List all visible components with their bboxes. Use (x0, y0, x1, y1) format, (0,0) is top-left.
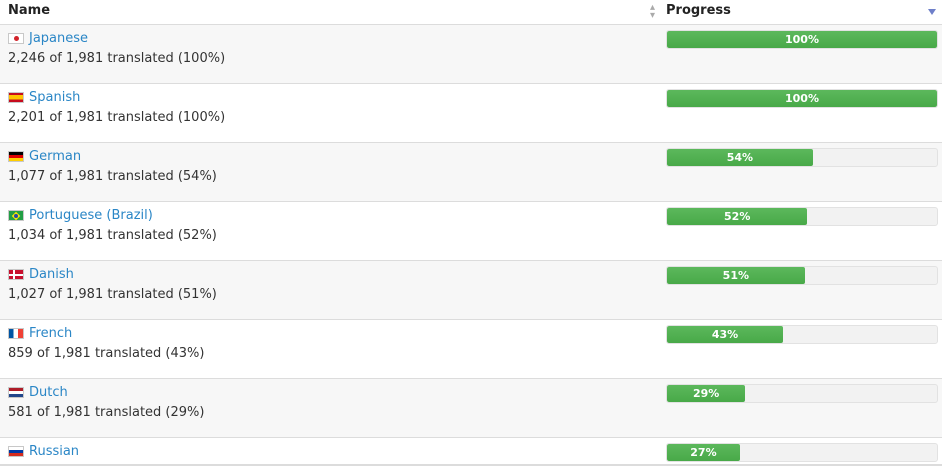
progress-bar: 29% (666, 384, 938, 403)
language-link[interactable]: French (29, 326, 72, 341)
language-cell: French (8, 326, 72, 341)
progress-fill: 52% (667, 208, 808, 225)
flag-icon (8, 151, 24, 162)
language-cell: Spanish (8, 90, 80, 105)
progress-fill: 100% (667, 90, 937, 107)
table-row: Russian 27% (0, 438, 942, 466)
table-header: Name ▴ ▾ Progress (0, 0, 942, 25)
language-link[interactable]: Portuguese (Brazil) (29, 208, 153, 223)
table-row: Portuguese (Brazil) 1,034 of 1,981 trans… (0, 202, 942, 261)
language-link[interactable]: German (29, 149, 81, 164)
progress-fill: 54% (667, 149, 813, 166)
progress-bar: 43% (666, 325, 938, 344)
table-row: German 1,077 of 1,981 translated (54%) 5… (0, 143, 942, 202)
language-cell: Russian (8, 444, 79, 459)
language-link[interactable]: Spanish (29, 90, 80, 105)
translation-count: 1,077 of 1,981 translated (54%) (8, 169, 217, 184)
language-link[interactable]: Danish (29, 267, 74, 282)
progress-fill: 27% (667, 444, 740, 461)
progress-fill: 100% (667, 31, 937, 48)
table-row: Danish 1,027 of 1,981 translated (51%) 5… (0, 261, 942, 320)
sort-descending-icon[interactable] (928, 9, 936, 15)
progress-fill: 51% (667, 267, 805, 284)
table-row: French 859 of 1,981 translated (43%) 43% (0, 320, 942, 379)
progress-bar: 100% (666, 30, 938, 49)
language-cell: Japanese (8, 31, 88, 46)
progress-bar: 27% (666, 443, 938, 462)
language-cell: German (8, 149, 81, 164)
translation-count: 859 of 1,981 translated (43%) (8, 346, 205, 361)
progress-bar: 52% (666, 207, 938, 226)
progress-fill: 43% (667, 326, 784, 343)
translation-count: 581 of 1,981 translated (29%) (8, 405, 205, 420)
language-cell: Portuguese (Brazil) (8, 208, 153, 223)
translation-count: 2,201 of 1,981 translated (100%) (8, 110, 226, 125)
flag-icon (8, 446, 24, 457)
column-sort-handle-icon[interactable]: ▴ ▾ (650, 3, 655, 21)
progress-bar: 54% (666, 148, 938, 167)
language-link[interactable]: Japanese (29, 31, 88, 46)
table-body: Japanese 2,246 of 1,981 translated (100%… (0, 25, 942, 466)
progress-bar: 51% (666, 266, 938, 285)
table-row: Spanish 2,201 of 1,981 translated (100%)… (0, 84, 942, 143)
translation-count: 1,034 of 1,981 translated (52%) (8, 228, 217, 243)
progress-bar: 100% (666, 89, 938, 108)
flag-icon (8, 33, 24, 44)
translation-count: 2,246 of 1,981 translated (100%) (8, 51, 226, 66)
column-header-progress[interactable]: Progress (666, 3, 731, 18)
flag-icon (8, 210, 24, 221)
language-cell: Dutch (8, 385, 68, 400)
progress-fill: 29% (667, 385, 746, 402)
translations-table: Name ▴ ▾ Progress Japanese 2,246 of 1,981… (0, 0, 942, 466)
column-header-name[interactable]: Name (8, 3, 50, 18)
language-link[interactable]: Dutch (29, 385, 68, 400)
flag-icon (8, 269, 24, 280)
flag-icon (8, 328, 24, 339)
language-cell: Danish (8, 267, 74, 282)
language-link[interactable]: Russian (29, 444, 79, 459)
flag-icon (8, 92, 24, 103)
table-row: Japanese 2,246 of 1,981 translated (100%… (0, 25, 942, 84)
flag-icon (8, 387, 24, 398)
translation-count: 1,027 of 1,981 translated (51%) (8, 287, 217, 302)
table-row: Dutch 581 of 1,981 translated (29%) 29% (0, 379, 942, 438)
